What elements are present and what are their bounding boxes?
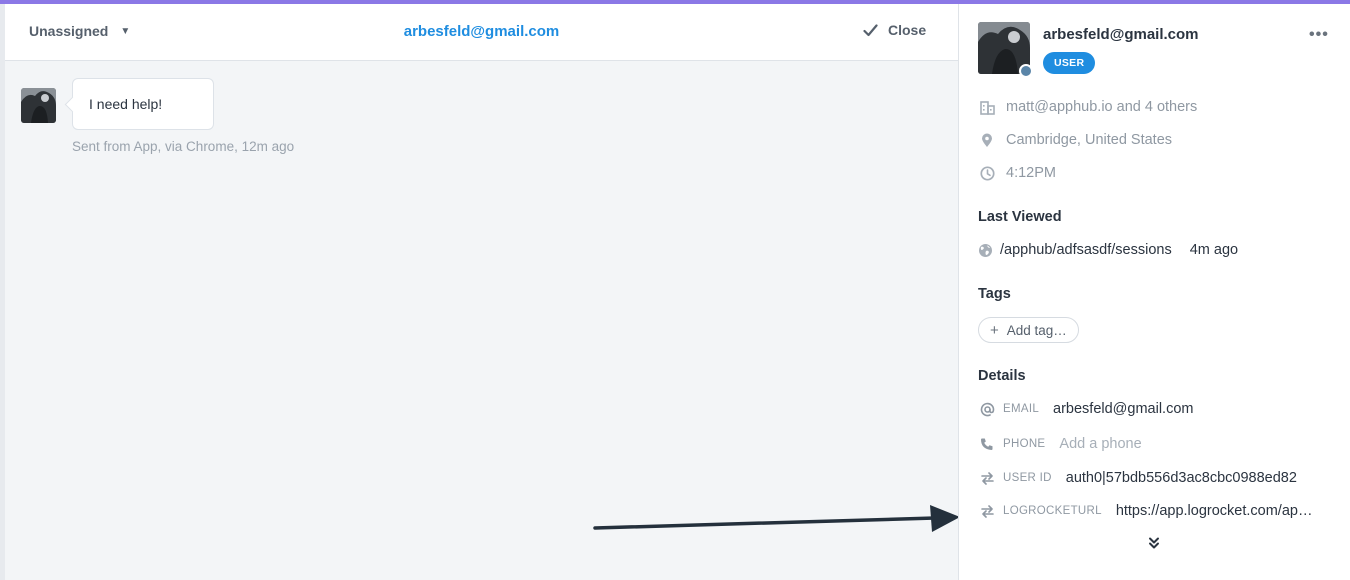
last-viewed-time: 4m ago bbox=[1189, 242, 1239, 258]
detail-row-logrocketurl: LOGROCKETURL https://app.logrocket.com/a… bbox=[978, 503, 1312, 519]
checkmark-icon bbox=[863, 23, 878, 36]
conversation-header: Unassigned ▼ arbesfeld@gmail.com Close bbox=[5, 4, 958, 61]
tags-heading: Tags bbox=[978, 286, 1011, 302]
detail-label: LOGROCKETURL bbox=[1003, 505, 1102, 517]
swap-icon bbox=[978, 504, 996, 518]
user-role-badge: USER bbox=[1043, 52, 1096, 74]
close-label: Close bbox=[888, 22, 927, 38]
user-name: arbesfeld@gmail.com bbox=[1043, 26, 1199, 43]
message-bubble: I need help! bbox=[72, 78, 214, 130]
company-text[interactable]: matt@apphub.io and 4 others bbox=[1006, 99, 1197, 115]
add-phone-link[interactable]: Add a phone bbox=[1059, 436, 1141, 452]
detail-value-logrocketurl[interactable]: https://app.logrocket.com/ap… bbox=[1116, 503, 1313, 519]
last-viewed-heading: Last Viewed bbox=[978, 209, 1062, 225]
location-row: Cambridge, United States bbox=[978, 132, 1172, 148]
online-status-dot bbox=[1019, 64, 1033, 78]
last-viewed-path: /apphub/adfsasdf/sessions bbox=[1000, 242, 1172, 258]
local-time-text: 4:12PM bbox=[1006, 165, 1056, 181]
more-options-icon[interactable]: ••• bbox=[1309, 26, 1329, 44]
local-time-row: 4:12PM bbox=[978, 165, 1056, 181]
at-icon bbox=[978, 402, 996, 417]
phone-icon bbox=[978, 437, 996, 451]
profile-sidebar: arbesfeld@gmail.com USER ••• matt@apphub… bbox=[958, 4, 1350, 580]
building-icon bbox=[978, 100, 996, 115]
details-heading: Details bbox=[978, 368, 1026, 384]
message-meta: Sent from App, via Chrome, 12m ago bbox=[72, 139, 295, 154]
add-tag-label: Add tag… bbox=[1006, 322, 1067, 338]
location-text: Cambridge, United States bbox=[1006, 132, 1173, 148]
expand-details-icon[interactable] bbox=[1147, 536, 1161, 555]
detail-value-email[interactable]: arbesfeld@gmail.com bbox=[1053, 401, 1193, 417]
detail-label: PHONE bbox=[1003, 438, 1046, 450]
plus-icon: + bbox=[990, 321, 999, 339]
message-text: I need help! bbox=[89, 96, 163, 112]
last-viewed-row[interactable]: /apphub/adfsasdf/sessions 4m ago bbox=[978, 242, 1238, 258]
location-pin-icon bbox=[978, 133, 996, 148]
add-tag-button[interactable]: + Add tag… bbox=[978, 317, 1079, 343]
conversation-panel: Unassigned ▼ arbesfeld@gmail.com Close I… bbox=[0, 4, 960, 580]
detail-label: EMAIL bbox=[1003, 403, 1040, 415]
detail-value-user-id[interactable]: auth0|57bdb556d3ac8cbc0988ed82 bbox=[1066, 470, 1297, 486]
detail-row-user-id: USER ID auth0|57bdb556d3ac8cbc0988ed82 bbox=[978, 470, 1297, 486]
detail-row-email: EMAIL arbesfeld@gmail.com bbox=[978, 401, 1193, 417]
globe-icon bbox=[978, 243, 994, 258]
detail-label: USER ID bbox=[1003, 472, 1052, 484]
close-conversation-button[interactable]: Close bbox=[863, 22, 926, 38]
company-row: matt@apphub.io and 4 others bbox=[978, 99, 1197, 115]
clock-icon bbox=[978, 165, 996, 181]
conversation-title[interactable]: arbesfeld@gmail.com bbox=[5, 23, 958, 40]
annotation-arrow bbox=[593, 505, 960, 532]
swap-icon bbox=[978, 471, 996, 485]
sender-avatar bbox=[21, 88, 56, 123]
detail-row-phone: PHONE Add a phone bbox=[978, 436, 1142, 452]
